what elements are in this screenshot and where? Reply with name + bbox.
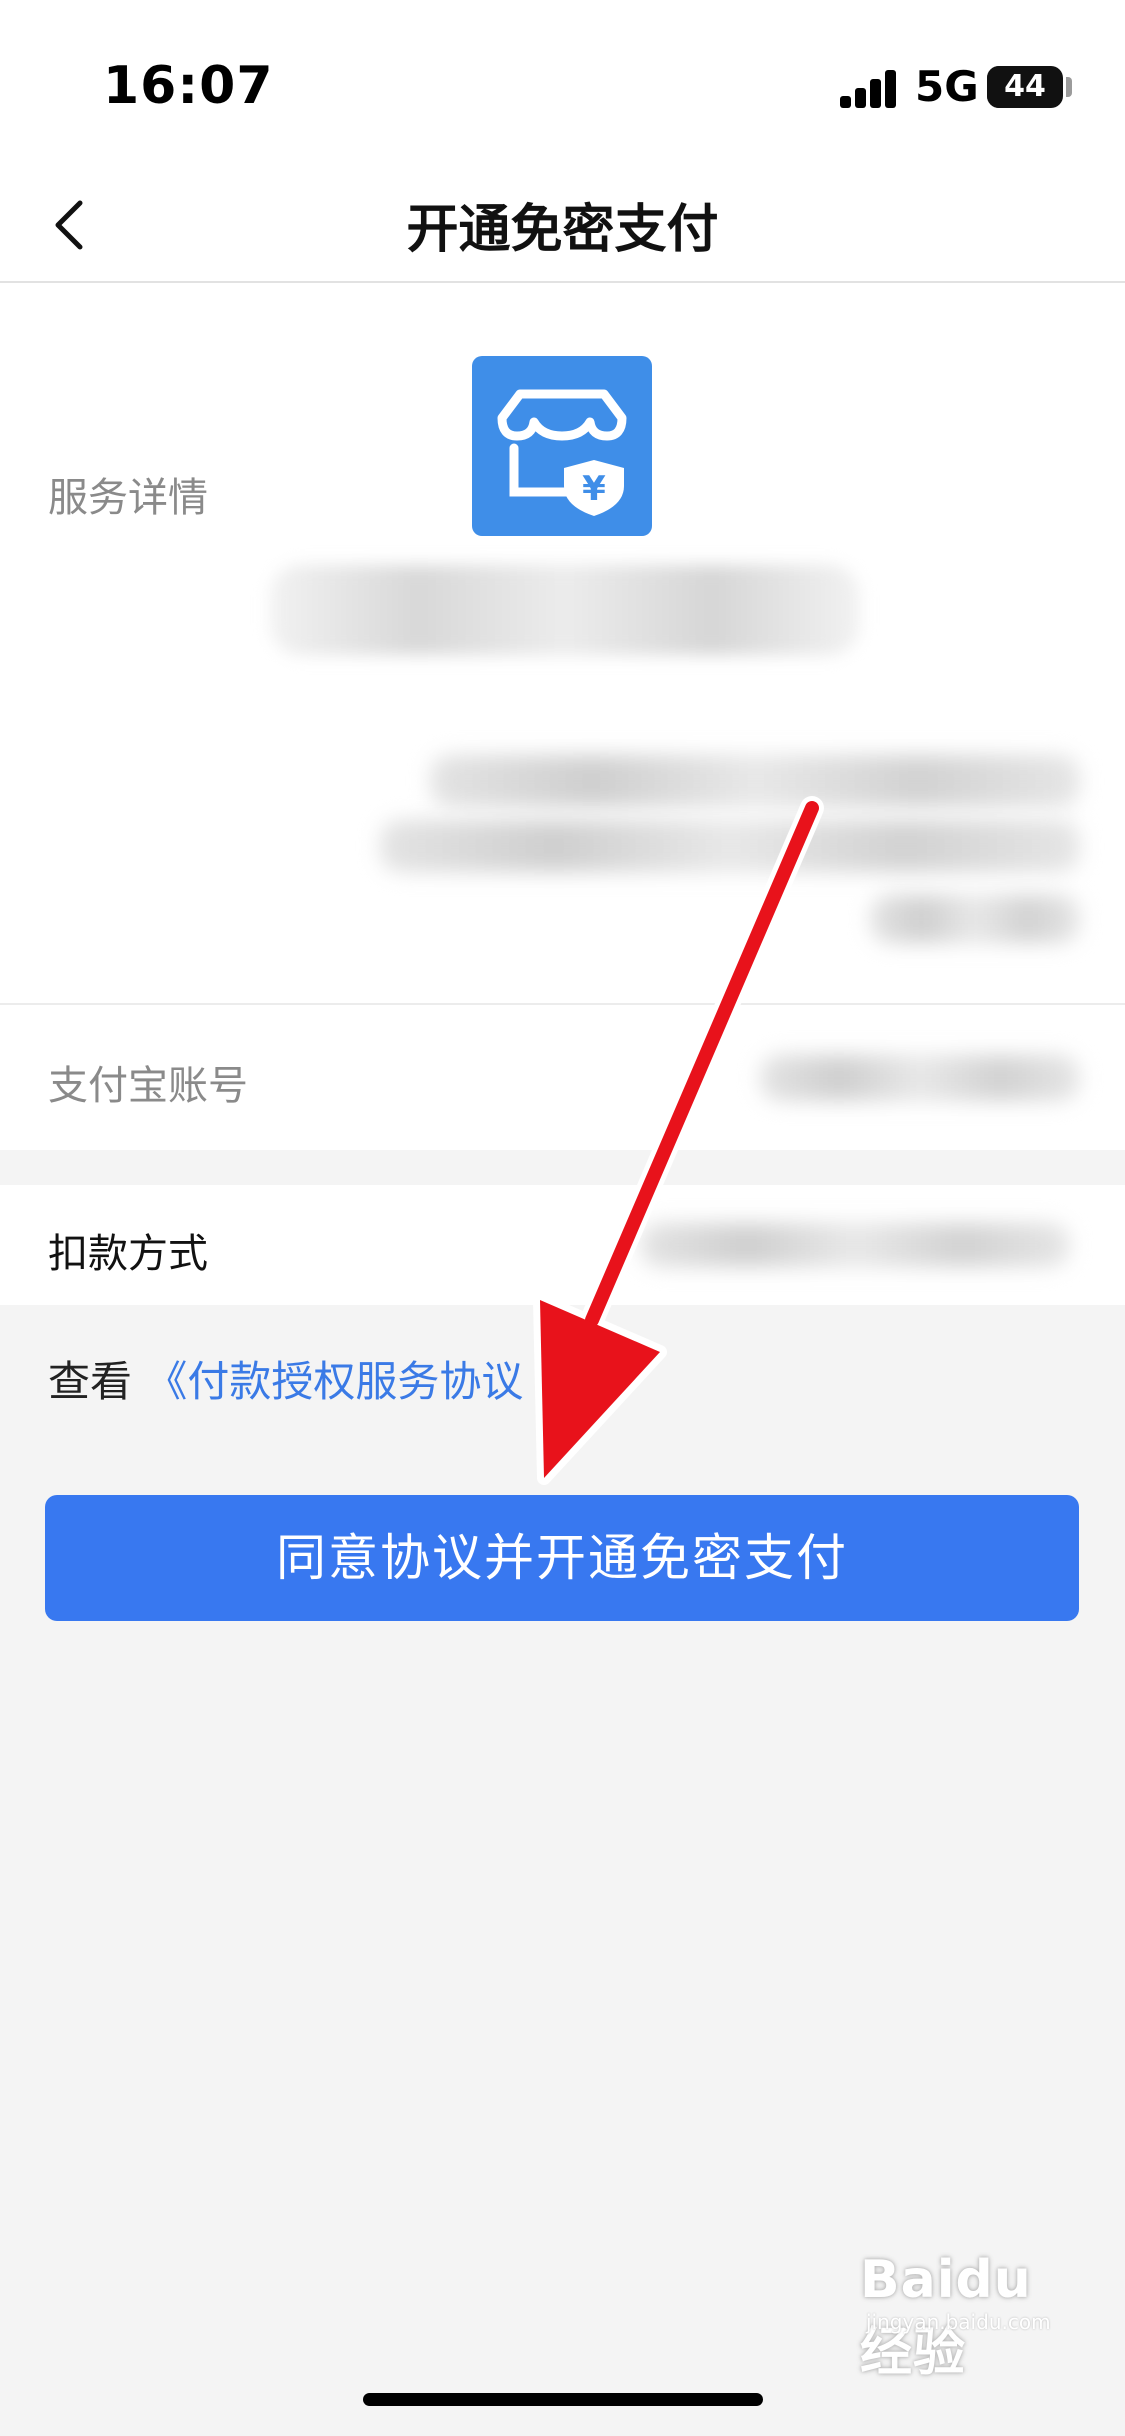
status-time: 16:07 xyxy=(103,56,274,116)
page-title: 开通免密支付 xyxy=(406,200,719,260)
service-details-redacted-line3 xyxy=(870,895,1080,943)
service-details-redacted xyxy=(430,755,1080,807)
battery-cap xyxy=(1066,77,1072,97)
home-indicator[interactable] xyxy=(363,2393,763,2406)
merchant-name-redacted xyxy=(270,565,860,655)
payment-method-redacted xyxy=(640,1223,1070,1267)
battery-level-text: 44 xyxy=(1004,69,1046,104)
payment-method-row[interactable]: 扣款方式 xyxy=(0,1185,1125,1305)
agreement-link[interactable]: 《付款授权服务协议 xyxy=(145,1357,523,1406)
network-type: 5G xyxy=(915,62,979,111)
store-shield-yuan-icon: ¥ xyxy=(472,356,652,536)
alipay-account-label: 支付宝账号 xyxy=(48,1063,248,1109)
agreement-prefix: 查看 xyxy=(48,1357,133,1406)
service-details-label: 服务详情 xyxy=(48,475,208,521)
signal-icon xyxy=(840,68,900,108)
nav-bar: 开通免密支付 xyxy=(0,175,1125,283)
agree-and-enable-button[interactable]: 同意协议并开通免密支付 xyxy=(45,1495,1079,1621)
battery-icon: 44 xyxy=(987,66,1063,108)
alipay-account-row: 支付宝账号 xyxy=(0,1005,1125,1150)
baidu-watermark: Baidu经验 jingyan.baidu.com xyxy=(860,2250,1070,2383)
svg-text:¥: ¥ xyxy=(582,469,606,509)
payment-method-label: 扣款方式 xyxy=(48,1231,208,1277)
agreement-line: 查看 《付款授权服务协议 xyxy=(48,1348,523,1409)
service-details-redacted-line2 xyxy=(380,820,1080,872)
status-bar: 16:07 5G 44 xyxy=(0,0,1125,175)
alipay-account-redacted xyxy=(760,1055,1080,1101)
watermark-url: jingyan.baidu.com xyxy=(866,2310,1051,2334)
